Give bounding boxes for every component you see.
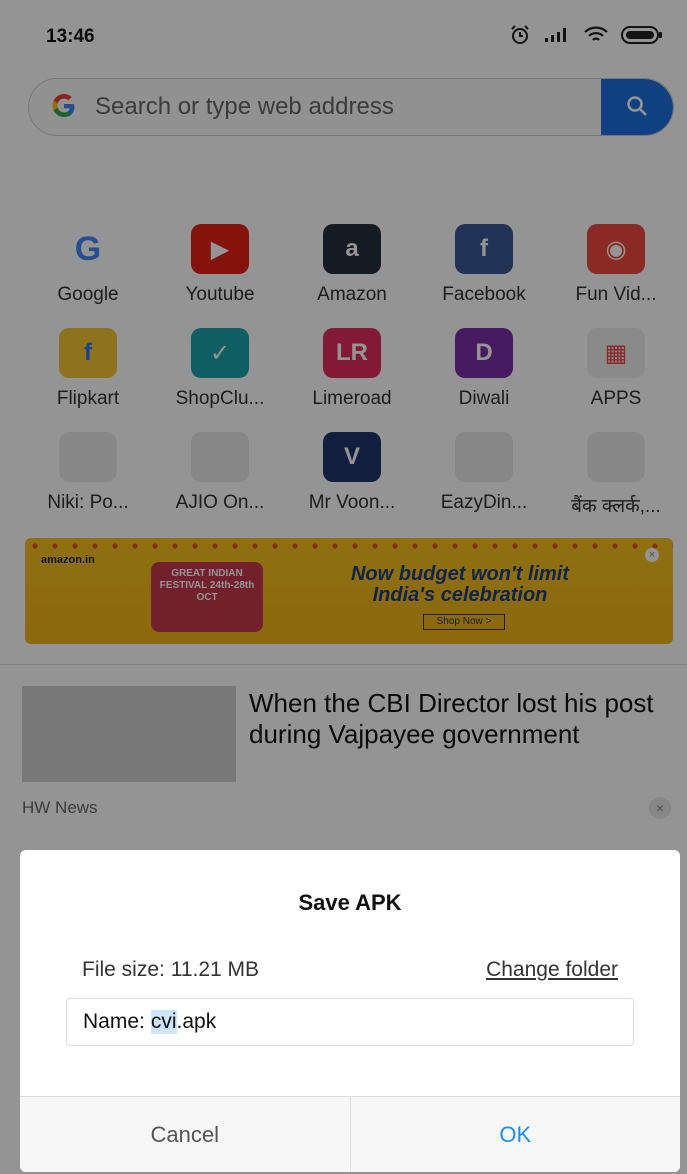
file-size-value: 11.21 MB	[170, 958, 260, 981]
file-name-field[interactable]: Name: cvi .apk	[66, 998, 634, 1046]
name-selected-text[interactable]: cvi	[150, 1010, 177, 1034]
dialog-title: Save APK	[298, 890, 402, 915]
cancel-button[interactable]: Cancel	[20, 1097, 351, 1172]
dialog-buttons: Cancel OK	[20, 1096, 680, 1172]
name-label: Name:	[83, 1010, 145, 1033]
file-size: File size: 11.21 MB	[82, 958, 259, 982]
ok-button[interactable]: OK	[351, 1097, 681, 1172]
file-size-label: File size:	[82, 958, 165, 981]
change-folder-link[interactable]: Change folder	[486, 958, 618, 982]
save-apk-dialog: Save APK File size: 11.21 MB Change fold…	[20, 850, 680, 1172]
name-extension[interactable]: .apk	[177, 1010, 217, 1034]
browser-home-screen: 13:46 GGoogle▶YoutubeaAmazonfF	[0, 0, 687, 1174]
